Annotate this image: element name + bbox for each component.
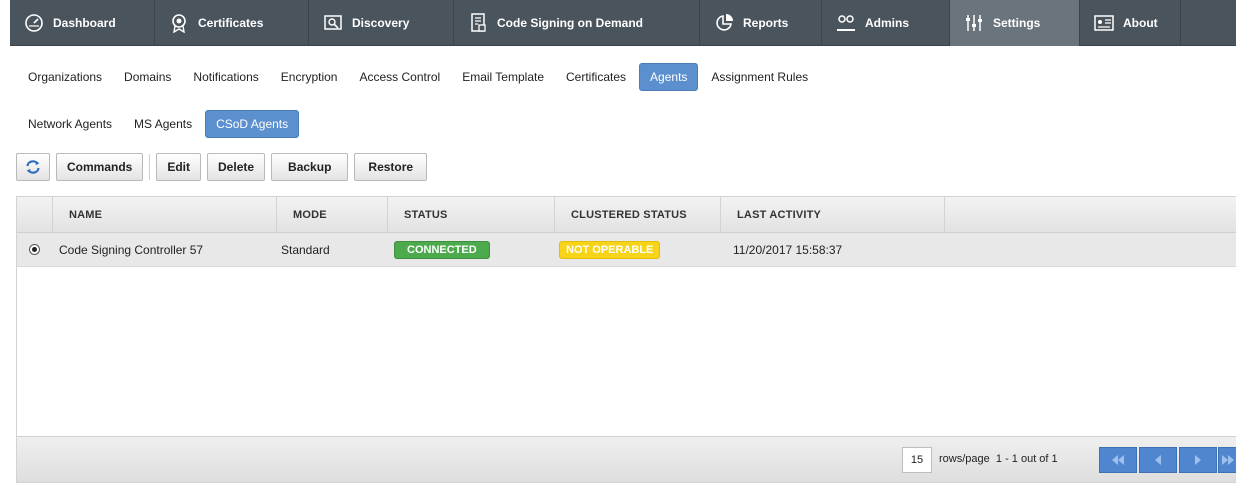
double-chevron-left-icon	[1111, 455, 1125, 465]
select-column-header	[17, 197, 53, 233]
nav-settings[interactable]: Settings	[950, 0, 1080, 46]
toolbar: Commands Edit Delete Backup Restore	[16, 153, 433, 181]
refresh-icon	[24, 158, 42, 176]
column-header-name[interactable]: NAME	[53, 197, 277, 233]
agent-type-tabs: Network Agents MS Agents CSoD Agents	[26, 110, 303, 138]
clustered-status-badge: NOT OPERABLE	[559, 240, 661, 259]
nav-label: Code Signing on Demand	[497, 16, 643, 30]
agents-grid: NAME MODE STATUS CLUSTERED STATUS LAST A…	[16, 196, 1236, 483]
tab-network-agents[interactable]: Network Agents	[26, 112, 121, 136]
toolbar-divider	[149, 154, 151, 180]
tab-email-template[interactable]: Email Template	[453, 65, 553, 89]
tab-encryption[interactable]: Encryption	[272, 65, 347, 89]
code-signing-icon	[468, 13, 488, 33]
cell-clustered-status: NOT OPERABLE	[555, 233, 721, 267]
previous-page-button[interactable]	[1139, 447, 1177, 473]
nav-label: Discovery	[352, 16, 410, 30]
nav-about[interactable]: About	[1080, 0, 1181, 46]
tab-agents[interactable]: Agents	[639, 63, 699, 91]
nav-admins[interactable]: Admins	[822, 0, 950, 46]
grid-header: NAME MODE STATUS CLUSTERED STATUS LAST A…	[17, 197, 1236, 233]
cell-status: CONNECTED	[388, 233, 555, 267]
column-header-last-activity[interactable]: LAST ACTIVITY	[721, 197, 945, 233]
delete-button[interactable]: Delete	[207, 153, 266, 181]
nav-code-signing[interactable]: Code Signing on Demand	[454, 0, 700, 46]
column-header-mode[interactable]: MODE	[277, 197, 388, 233]
nav-label: Certificates	[198, 16, 264, 30]
nav-dashboard[interactable]: Dashboard	[10, 0, 155, 46]
top-nav: Dashboard Certificates Discovery Code Si…	[10, 0, 1236, 46]
nav-label: Dashboard	[53, 16, 116, 30]
tab-assignment-rules[interactable]: Assignment Rules	[702, 65, 817, 89]
commands-button[interactable]: Commands	[56, 153, 144, 181]
rows-label-text: rows/page	[939, 453, 990, 465]
settings-icon	[964, 13, 984, 33]
row-radio-button[interactable]	[29, 244, 40, 255]
reports-icon	[714, 13, 734, 33]
edit-button[interactable]: Edit	[156, 153, 202, 181]
rows-per-page-input[interactable]: 15	[902, 447, 932, 473]
nav-label: About	[1123, 16, 1158, 30]
admins-icon	[836, 13, 856, 33]
cell-last-activity: 11/20/2017 15:58:37	[733, 242, 843, 257]
dashboard-icon	[24, 13, 44, 33]
first-page-button[interactable]	[1099, 447, 1137, 473]
restore-button[interactable]: Restore	[354, 153, 428, 181]
page-range-text: 1 - 1 out of 1	[995, 453, 1058, 465]
column-header-status[interactable]: STATUS	[388, 197, 555, 233]
tab-notifications[interactable]: Notifications	[184, 65, 267, 89]
next-page-button[interactable]	[1179, 447, 1217, 473]
tab-certificates[interactable]: Certificates	[557, 65, 635, 89]
nav-certificates[interactable]: Certificates	[155, 0, 309, 46]
tab-access-control[interactable]: Access Control	[350, 65, 449, 89]
chevron-right-icon	[1191, 455, 1205, 465]
rows-per-page-label: rows/page 1 - 1 out of 1	[939, 453, 1058, 465]
radio-selected-dot	[32, 247, 37, 252]
status-badge: CONNECTED	[394, 240, 490, 259]
about-icon	[1094, 13, 1114, 33]
cell-mode: Standard	[281, 242, 330, 257]
backup-button[interactable]: Backup	[271, 153, 349, 181]
table-row[interactable]: Code Signing Controller 57 Standard CONN…	[17, 233, 1236, 267]
double-chevron-right-icon	[1221, 455, 1235, 465]
nav-label: Settings	[993, 16, 1041, 30]
last-page-button[interactable]	[1218, 447, 1236, 473]
nav-reports[interactable]: Reports	[700, 0, 822, 46]
row-select[interactable]	[17, 233, 53, 267]
cell-name: Code Signing Controller 57	[59, 242, 204, 257]
nav-label: Reports	[743, 16, 789, 30]
nav-discovery[interactable]: Discovery	[309, 0, 454, 46]
tab-organizations[interactable]: Organizations	[26, 65, 111, 89]
column-header-filler	[945, 197, 1236, 233]
column-header-clustered-status[interactable]: CLUSTERED STATUS	[555, 197, 721, 233]
settings-subtabs: Organizations Domains Notifications Encr…	[26, 63, 821, 91]
tab-domains[interactable]: Domains	[115, 65, 180, 89]
discovery-icon	[323, 13, 343, 33]
refresh-button[interactable]	[16, 153, 50, 181]
nav-label: Admins	[865, 16, 910, 30]
tab-ms-agents[interactable]: MS Agents	[125, 112, 201, 136]
certificate-icon	[169, 13, 189, 33]
grid-pagination-bar: 15 rows/page 1 - 1 out of 1	[17, 436, 1236, 482]
tab-csod-agents[interactable]: CSoD Agents	[205, 110, 300, 138]
chevron-left-icon	[1151, 455, 1165, 465]
